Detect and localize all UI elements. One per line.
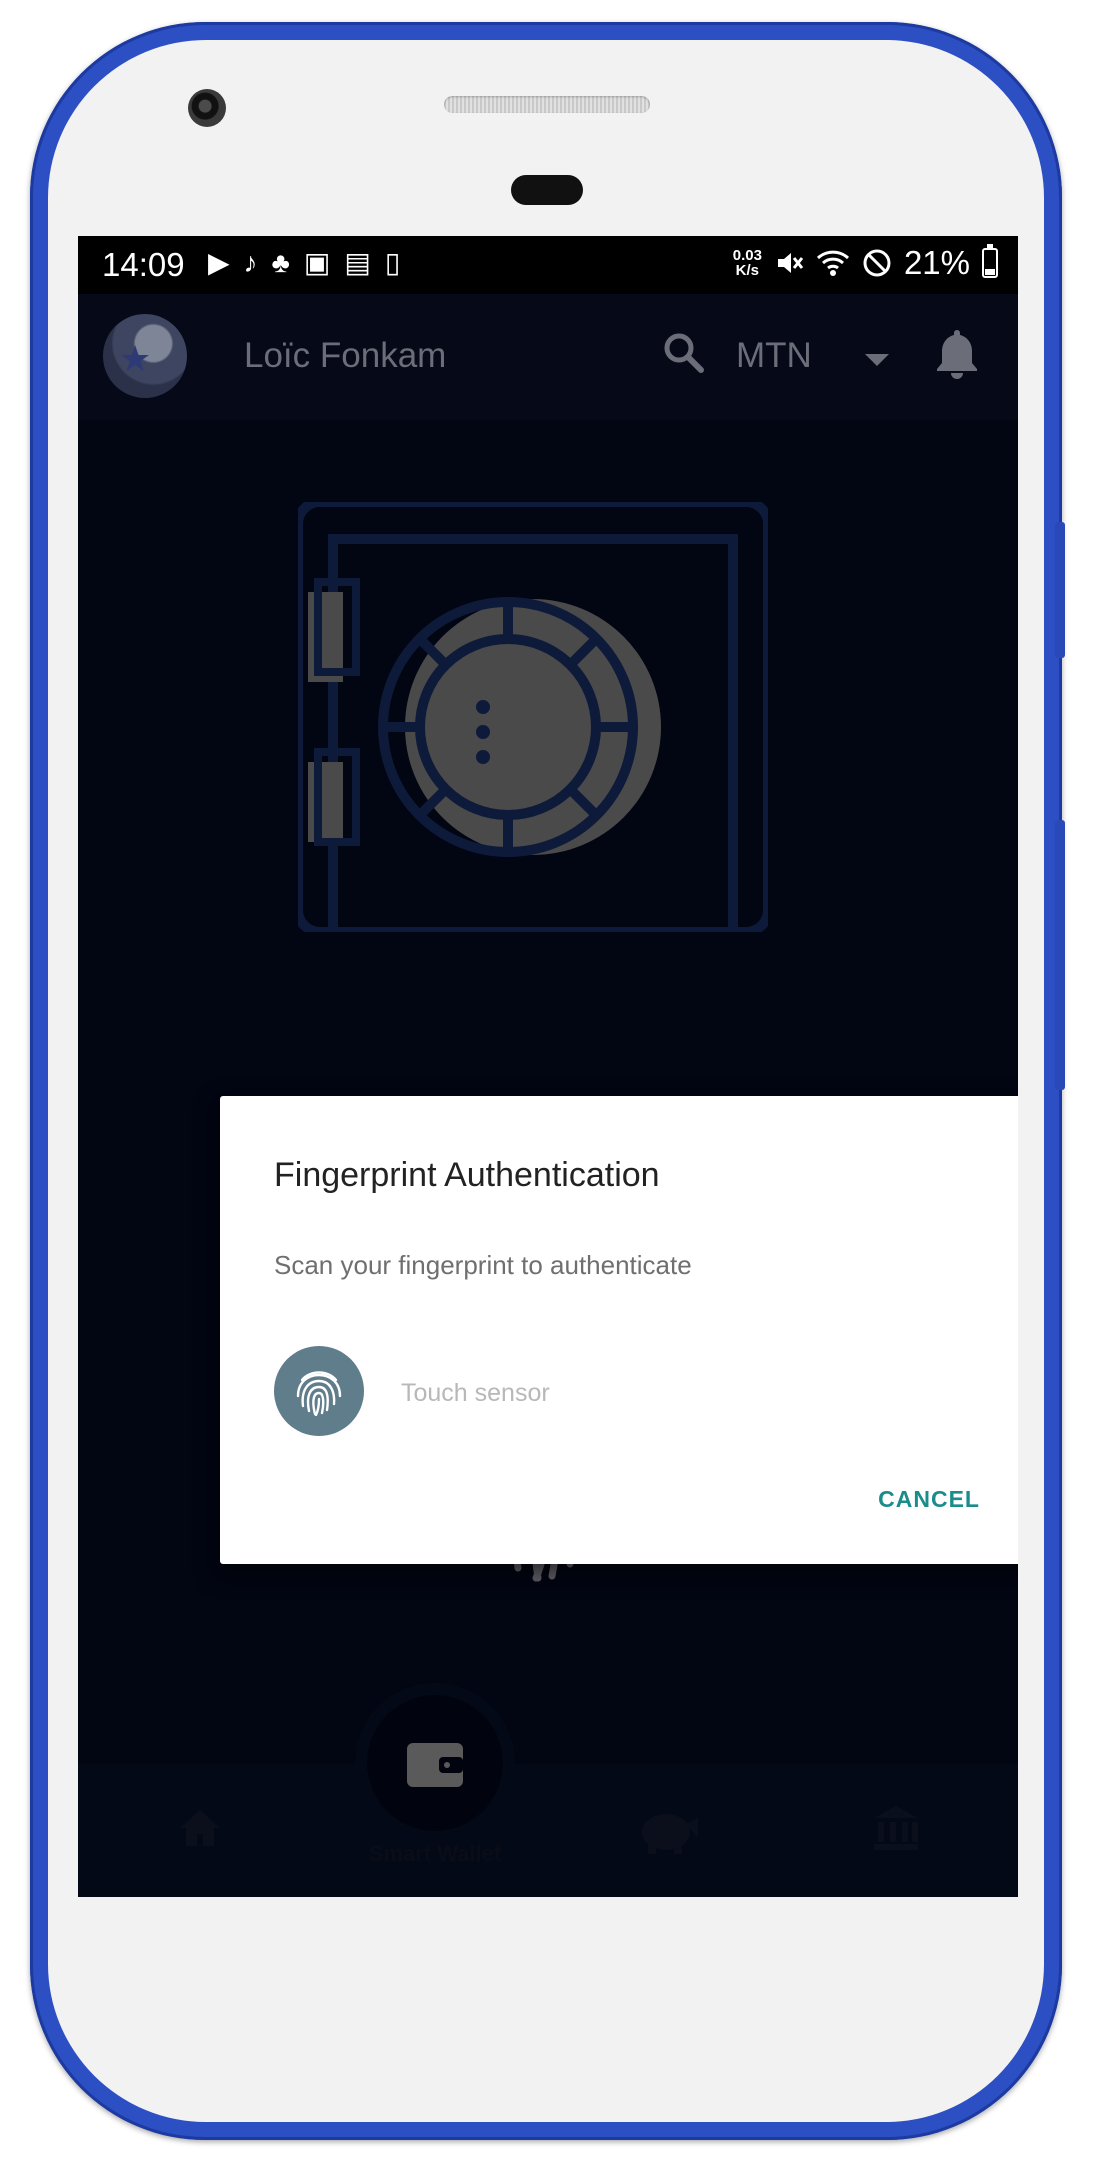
screen: 14:09 ▶ ♪ ♣ ▣ ▤ ▯ 0.03 K/s 21% ★ Loïc Fo…	[78, 236, 1018, 1897]
fingerprint-dialog: Fingerprint Authentication Scan your fin…	[220, 1096, 1018, 1564]
front-camera	[188, 89, 226, 127]
fingerprint-badge	[274, 1346, 364, 1436]
touch-sensor-label: Touch sensor	[401, 1379, 550, 1407]
dialog-title: Fingerprint Authentication	[274, 1156, 660, 1194]
modal-scrim[interactable]	[78, 236, 1018, 1897]
volume-button	[1055, 522, 1065, 658]
cancel-button[interactable]: CANCEL	[878, 1486, 980, 1513]
earpiece-speaker	[444, 96, 650, 113]
power-button	[1055, 820, 1065, 1090]
proximity-sensor	[511, 175, 583, 205]
fingerprint-icon	[296, 1371, 342, 1416]
dialog-description: Scan your fingerprint to authenticate	[274, 1250, 692, 1280]
